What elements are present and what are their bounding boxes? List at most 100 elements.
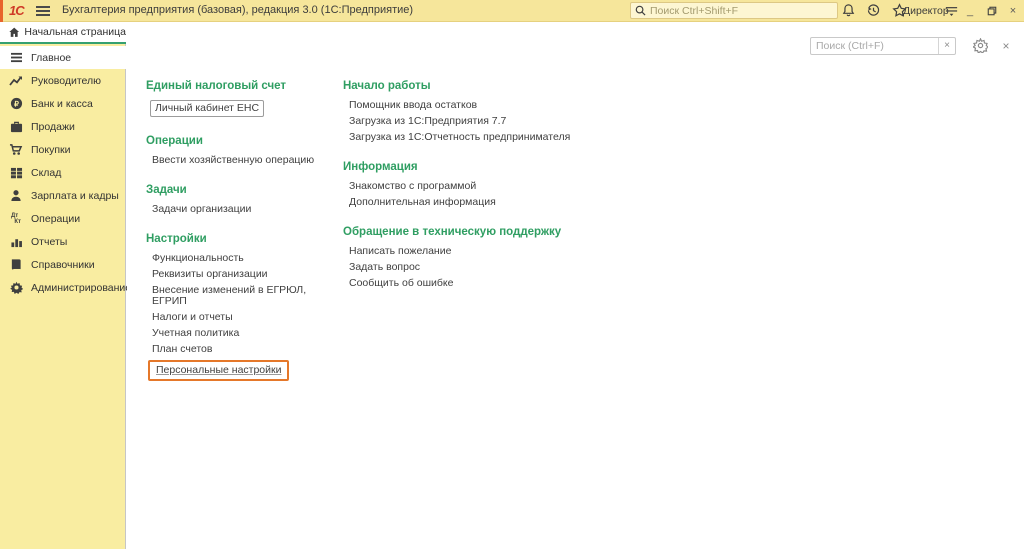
debit-credit-icon: Дт Кт	[9, 212, 23, 226]
sidebar-item-rukovoditelyu[interactable]: Руководителю	[0, 69, 126, 92]
section-informatsiya: Информация Знакомство с программой Допол…	[343, 161, 623, 211]
restore-button[interactable]	[984, 3, 1000, 19]
link-vvesti-operatsiyu[interactable]: Ввести хозяйственную операцию	[152, 155, 314, 166]
list-item: Личный кабинет ЕНС	[146, 98, 341, 120]
global-search-input[interactable]	[650, 5, 833, 17]
list-item: Ввести хозяйственную операцию	[146, 153, 341, 169]
list-item: Сообщить об ошибке	[343, 276, 623, 292]
list-item: Задачи организации	[146, 202, 341, 218]
notifications-bell-icon[interactable]	[841, 3, 857, 19]
list-item: Реквизиты организации	[146, 267, 341, 283]
home-tab-label: Начальная страница	[24, 26, 126, 38]
link-uchetnaya-politika[interactable]: Учетная политика	[152, 328, 239, 339]
section-title: Задачи	[146, 184, 341, 196]
1c-enterprise-window: { "window": { "title": "Бухгалтерия пред…	[0, 0, 1024, 549]
shopping-cart-icon	[9, 143, 23, 157]
sidebar-item-spravochniki[interactable]: Справочники	[0, 253, 126, 276]
accent-strip	[0, 0, 3, 22]
link-napisat-pozhelanie[interactable]: Написать пожелание	[349, 246, 451, 257]
briefcase-icon	[9, 120, 23, 134]
link-plan-schetov[interactable]: План счетов	[152, 344, 212, 355]
sidebar-item-zarplata-i-kadry[interactable]: Зарплата и кадры	[0, 184, 126, 207]
service-menu-icon[interactable]	[944, 3, 960, 19]
list-item: Внесение изменений в ЕГРЮЛ, ЕГРИП	[146, 283, 341, 310]
close-window-button[interactable]: ×	[1005, 3, 1021, 19]
link-vnesenie-izmeneniy-egrul[interactable]: Внесение изменений в ЕГРЮЛ, ЕГРИП	[152, 285, 341, 307]
section-nachalo-raboty: Начало работы Помощник ввода остатков За…	[343, 80, 623, 146]
left-column: Единый налоговый счет Личный кабинет ЕНС…	[146, 80, 341, 399]
link-znakomstvo-s-programmoy[interactable]: Знакомство с программой	[349, 181, 476, 192]
current-user-label[interactable]: Директор	[903, 5, 949, 17]
storage-grid-icon	[9, 166, 23, 180]
home-page-tab[interactable]: Начальная страница	[0, 22, 126, 44]
sidebar-item-bank-i-kassa[interactable]: ₽ Банк и касса	[0, 92, 126, 115]
sidebar-item-pokupki[interactable]: Покупки	[0, 138, 126, 161]
link-pomoschnik-vvoda-ostatkov[interactable]: Помощник ввода остатков	[349, 100, 477, 111]
link-dopolnitelnaya-informatsiya[interactable]: Дополнительная информация	[349, 197, 496, 208]
sidebar-item-sklad[interactable]: Склад	[0, 161, 126, 184]
global-search[interactable]	[630, 2, 838, 19]
section-title: Обращение в техническую поддержку	[343, 226, 623, 238]
page-search-clear-button[interactable]: ×	[938, 38, 955, 54]
list-item: План счетов	[146, 342, 341, 358]
trend-chart-icon	[9, 74, 23, 88]
list-item: Задать вопрос	[343, 260, 623, 276]
link-zagruzka-iz-1c-77[interactable]: Загрузка из 1С:Предприятия 7.7	[349, 116, 506, 127]
list-item: Налоги и отчеты	[146, 310, 341, 326]
link-nalogi-i-otchety[interactable]: Налоги и отчеты	[152, 312, 233, 323]
sidebar-item-prodazhi[interactable]: Продажи	[0, 115, 126, 138]
section-title: Единый налоговый счет	[146, 80, 341, 92]
1c-logo-icon: 1С	[9, 3, 24, 18]
list-item: Помощник ввода остатков	[343, 98, 623, 114]
list-item: Дополнительная информация	[343, 195, 623, 211]
list-item: Функциональность	[146, 251, 341, 267]
link-soobschit-ob-oshibke[interactable]: Сообщить об ошибке	[349, 278, 453, 289]
page-search[interactable]: ×	[810, 37, 956, 55]
section-title: Настройки	[146, 233, 341, 245]
sidebar-item-administrirovanie[interactable]: Администрирование	[0, 276, 126, 299]
ruble-coin-icon: ₽	[9, 97, 23, 111]
section-operatsii: Операции Ввести хозяйственную операцию	[146, 135, 341, 169]
section-title: Операции	[146, 135, 341, 147]
list-item: Учетная политика	[146, 326, 341, 342]
person-icon	[9, 189, 23, 203]
history-icon[interactable]	[866, 3, 882, 19]
link-lichnyy-kabinet-ens[interactable]: Личный кабинет ЕНС	[150, 100, 264, 117]
page-search-input[interactable]	[811, 40, 938, 52]
right-column: Начало работы Помощник ввода остатков За…	[343, 80, 623, 307]
bar-chart-icon	[9, 235, 23, 249]
list-item: Загрузка из 1С:Отчетность предпринимател…	[343, 130, 623, 146]
svg-text:₽: ₽	[14, 99, 19, 108]
list-item: Знакомство с программой	[343, 179, 623, 195]
link-zadachi-organizatsii[interactable]: Задачи организации	[152, 204, 251, 215]
sidebar-item-operatsii[interactable]: Дт Кт Операции	[0, 207, 126, 230]
list-item: Написать пожелание	[343, 244, 623, 260]
sidebar-item-otchety[interactable]: Отчеты	[0, 230, 126, 253]
book-icon	[9, 258, 23, 272]
link-funktsionalnost[interactable]: Функциональность	[152, 253, 244, 264]
minimize-button[interactable]: _	[962, 3, 978, 19]
section-title: Начало работы	[343, 80, 623, 92]
page-settings-gear-icon[interactable]	[973, 38, 989, 54]
sidebar-item-glavnoe[interactable]: Главное	[0, 46, 126, 69]
page-close-button[interactable]: ×	[999, 38, 1013, 54]
menu-lines-icon	[9, 51, 23, 65]
section-eniy-nalogoviy-schet: Единый налоговый счет Личный кабинет ЕНС	[146, 80, 341, 120]
link-zadat-vopros[interactable]: Задать вопрос	[349, 262, 420, 273]
link-rekvizity-organizatsii[interactable]: Реквизиты организации	[152, 269, 268, 280]
highlight-annotation-box: Персональные настройки	[148, 360, 289, 381]
main-menu-icon[interactable]	[36, 4, 50, 18]
window-title: Бухгалтерия предприятия (базовая), редак…	[62, 4, 413, 16]
search-icon	[635, 5, 646, 16]
gear-icon	[9, 281, 23, 295]
link-zagruzka-iz-1c-otchetnost[interactable]: Загрузка из 1С:Отчетность предпринимател…	[349, 132, 570, 143]
section-nastroyki: Настройки Функциональность Реквизиты орг…	[146, 233, 341, 384]
list-item: Персональные настройки	[146, 358, 341, 384]
link-personalnye-nastroyki[interactable]: Персональные настройки	[156, 365, 281, 376]
section-zadachi: Задачи Задачи организации	[146, 184, 341, 218]
section-title: Информация	[343, 161, 623, 173]
home-icon	[8, 26, 20, 39]
list-item: Загрузка из 1С:Предприятия 7.7	[343, 114, 623, 130]
home-page-content: × × Единый налоговый счет Личный кабинет…	[127, 22, 1024, 549]
section-tekhpodderzhka: Обращение в техническую поддержку Написа…	[343, 226, 623, 292]
